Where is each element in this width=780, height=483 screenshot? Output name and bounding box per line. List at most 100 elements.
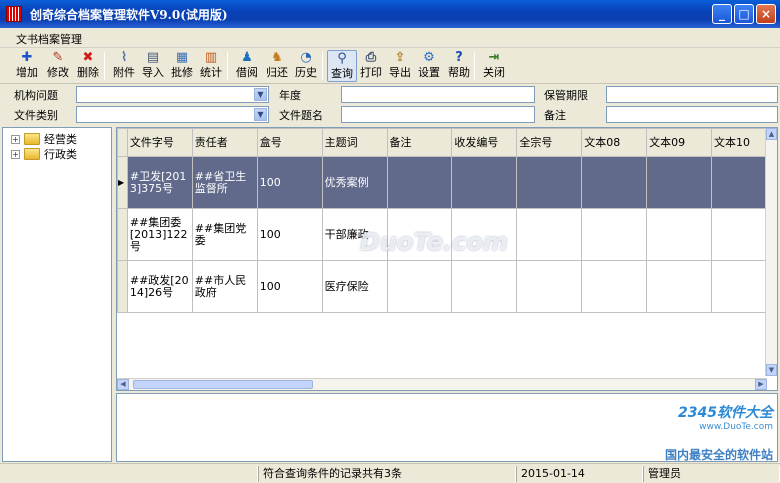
table-cell[interactable]: [646, 260, 713, 313]
toolbar-button-close[interactable]: ⇥ 关闭: [479, 50, 509, 82]
status-date: 2015-01-14: [516, 466, 643, 482]
table-cell[interactable]: [646, 208, 713, 261]
column-header[interactable]: 盒号: [256, 128, 323, 157]
table-row[interactable]: ▶ #卫发[2013]375号 ##省卫生监督所 100 优秀案例: [117, 156, 777, 209]
table-cell[interactable]: [516, 260, 583, 313]
toolbar-separator: [474, 52, 475, 80]
menu-bar: 文书档案管理: [0, 28, 780, 48]
horizontal-scrollbar[interactable]: ◀ ▶: [117, 378, 767, 390]
table-cell[interactable]: [581, 156, 648, 209]
table-cell[interactable]: 100: [256, 156, 323, 209]
toolbar-button-history[interactable]: ◔ 历史: [291, 50, 321, 82]
title-input[interactable]: [341, 106, 535, 123]
column-header[interactable]: 备注: [386, 128, 453, 157]
note-input[interactable]: [606, 106, 778, 123]
records-table: 文件字号 责任者 盒号 主题词 备注 收发编号 全宗号 文本08 文本09 文本10 ▶ #卫发[2…: [117, 128, 777, 313]
delete-icon: ✖: [82, 50, 94, 65]
column-header[interactable]: 责任者: [191, 128, 258, 157]
borrow-icon: ♟: [241, 50, 253, 65]
app-icon: [6, 6, 22, 22]
org-select[interactable]: ▼: [76, 86, 269, 103]
batch-edit-icon: ▦: [175, 50, 189, 65]
retention-input[interactable]: [606, 86, 778, 103]
row-header[interactable]: ▶: [117, 156, 128, 209]
table-cell[interactable]: 100: [256, 208, 323, 261]
table-cell[interactable]: [451, 156, 518, 209]
settings-icon: ⚙: [423, 50, 435, 65]
table-cell[interactable]: 优秀案例: [321, 156, 388, 209]
column-header[interactable]: 文本08: [581, 128, 648, 157]
table-cell[interactable]: 100: [256, 260, 323, 313]
help-icon: ?: [455, 50, 463, 65]
retention-label: 保管期限: [544, 89, 588, 102]
menu-item-document-archive[interactable]: 文书档案管理: [16, 31, 82, 47]
table-cell[interactable]: ##政发[2014]26号: [126, 260, 193, 313]
toolbar-button-delete[interactable]: ✖ 删除: [73, 50, 103, 82]
tree-node-label: 经营类: [44, 133, 77, 146]
records-grid: 文件字号 责任者 盒号 主题词 备注 收发编号 全宗号 文本08 文本09 文本10 ▶ #卫发[2…: [116, 127, 778, 391]
column-header[interactable]: 收发编号: [451, 128, 518, 157]
toolbar-button-label: 帮助: [448, 66, 470, 79]
close-window-button[interactable]: ×: [756, 4, 776, 24]
search-icon: ⚲: [337, 51, 347, 66]
minimize-button[interactable]: _: [712, 4, 732, 24]
row-header[interactable]: [117, 208, 128, 261]
table-cell[interactable]: 医疗保险: [321, 260, 388, 313]
tree-node-business[interactable]: + 经营类: [11, 131, 77, 147]
expand-icon[interactable]: +: [11, 149, 20, 159]
table-cell[interactable]: ##市人民政府: [191, 260, 258, 313]
table-cell[interactable]: ##集团委[2013]122号: [126, 208, 193, 261]
watermark-brand: 2345软件大全: [678, 405, 773, 421]
toolbar-button-help[interactable]: ? 帮助: [444, 50, 474, 82]
table-cell[interactable]: ##省卫生监督所: [191, 156, 258, 209]
toolbar-separator: [227, 52, 228, 80]
table-cell[interactable]: [386, 260, 453, 313]
column-header[interactable]: 文本09: [646, 128, 713, 157]
table-cell[interactable]: #卫发[2013]375号: [126, 156, 193, 209]
scroll-thumb[interactable]: [133, 380, 313, 389]
vertical-scrollbar[interactable]: ▲ ▼: [765, 128, 777, 376]
history-icon: ◔: [300, 50, 312, 65]
table-cell[interactable]: [386, 156, 453, 209]
table-cell[interactable]: [516, 156, 583, 209]
toolbar: ✚ 增加 ✎ 修改 ✖ 删除 ⌇ 附件 ▤ 导入 ▦ 批修 ▥ 统计 ♟ 借阅 ♞ 归还 ◔ 历史 ⚲ 查询 ⎙ 打印 ⇪ 导出 ⚙…: [0, 48, 780, 84]
column-header[interactable]: 文件字号: [126, 128, 193, 157]
column-header[interactable]: 主题词: [321, 128, 388, 157]
status-message: 符合查询条件的记录共有3条: [258, 466, 516, 482]
watermark-overlay: DuoTe.com: [360, 228, 508, 256]
table-cell[interactable]: ##集团党委: [191, 208, 258, 261]
expand-icon[interactable]: +: [11, 134, 20, 144]
tree-node-admin[interactable]: + 行政类: [11, 146, 77, 162]
maximize-button[interactable]: □: [734, 4, 754, 24]
table-cell[interactable]: [646, 156, 713, 209]
toolbar-button-add[interactable]: ✚ 增加: [12, 50, 42, 82]
scroll-right-icon[interactable]: ▶: [755, 379, 767, 390]
scroll-left-icon[interactable]: ◀: [117, 379, 129, 390]
status-user: 管理员: [643, 466, 780, 482]
chevron-down-icon[interactable]: ▼: [254, 108, 267, 121]
org-label: 机构问题: [14, 89, 58, 102]
chevron-down-icon[interactable]: ▼: [254, 88, 267, 101]
table-cell[interactable]: [581, 208, 648, 261]
table-cell[interactable]: [581, 260, 648, 313]
detail-panel: 2345软件大全 www.DuoTe.com 国内最安全的软件站: [116, 393, 778, 462]
scroll-up-icon[interactable]: ▲: [766, 128, 777, 140]
title-label: 文件题名: [279, 109, 323, 122]
category-label: 文件类别: [14, 109, 58, 122]
folder-icon: [24, 148, 40, 160]
table-cell[interactable]: [451, 260, 518, 313]
table-row[interactable]: ##政发[2014]26号 ##市人民政府 100 医疗保险: [117, 260, 777, 313]
row-header[interactable]: [117, 260, 128, 313]
return-icon: ♞: [271, 50, 283, 65]
year-input[interactable]: [341, 86, 535, 103]
column-header[interactable]: 全宗号: [516, 128, 583, 157]
note-label: 备注: [544, 109, 566, 122]
table-cell[interactable]: [516, 208, 583, 261]
toolbar-button-statistics[interactable]: ▥ 统计: [196, 50, 226, 82]
statistics-icon: ▥: [204, 50, 218, 65]
category-select[interactable]: ▼: [76, 106, 269, 123]
toolbar-button-label: 历史: [295, 66, 317, 79]
import-icon: ▤: [146, 50, 160, 65]
scroll-down-icon[interactable]: ▼: [766, 364, 777, 376]
row-header-corner: [117, 128, 128, 157]
